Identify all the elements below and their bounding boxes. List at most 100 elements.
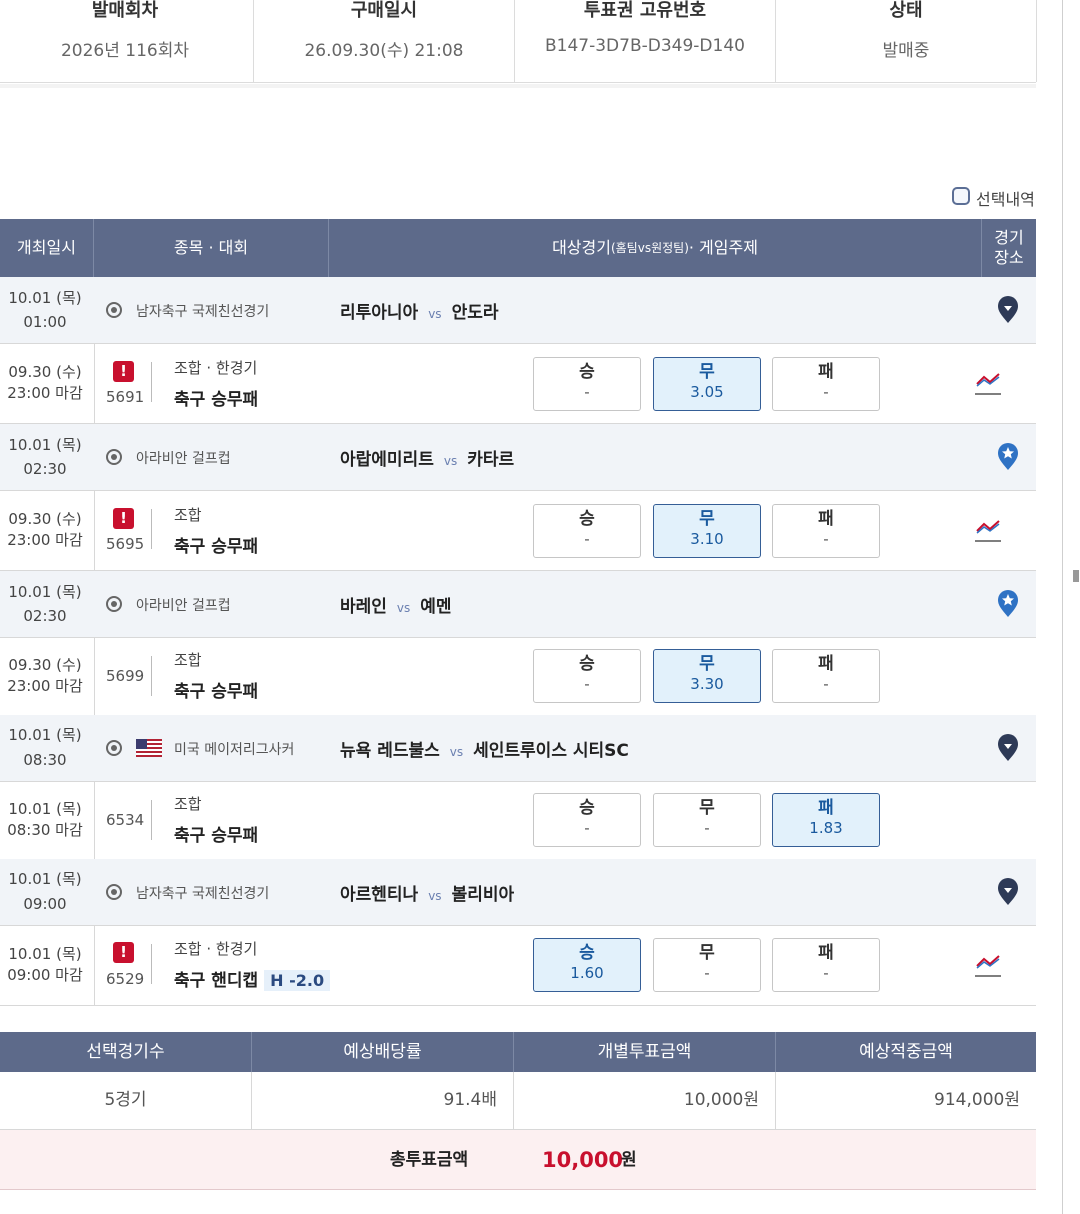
odd-value: - — [823, 530, 829, 548]
odd-draw-button[interactable]: 무 3.05 — [653, 357, 761, 411]
match-row: 10.01 (목) 08:30 미국 메이저리그사커 뉴욕 레드불스 vs 세인트루… — [0, 715, 1036, 782]
game-number: 6534 — [106, 811, 145, 829]
bet-row: 09.30 (수) 23:00 마감 ! 5691 조합 · 한경기 축구 승무… — [0, 344, 1036, 424]
serial-value: B147-3D7B-D349-D140 — [545, 36, 745, 56]
selection-checkbox[interactable] — [952, 187, 970, 205]
ticket-serial: 투표권 고유번호 B147-3D7B-D349-D140 — [514, 0, 775, 82]
deadline-time: 08:30 마감 — [7, 821, 83, 839]
league-name: 미국 메이저리그사커 — [174, 742, 295, 758]
ticket-round-label: 발매회차 — [91, 0, 159, 21]
soccer-ball-icon — [106, 449, 122, 465]
deadline-cell: 10.01 (목) 08:30 마감 — [0, 782, 95, 861]
odd-draw-button[interactable]: 무 3.30 — [653, 649, 761, 703]
home-team: 아르헨티나 — [340, 885, 419, 905]
deadline-cell: 09.30 (수) 23:00 마감 — [0, 344, 95, 423]
game-type: 조합 — [174, 506, 202, 524]
match-date: 10.01 (목) — [8, 289, 82, 307]
odd-label: 패 — [818, 798, 834, 818]
deadline-time: 23:00 마감 — [7, 384, 83, 402]
league-name: 남자축구 국제친선경기 — [136, 304, 270, 320]
total-label: 총투표금액 — [390, 1150, 469, 1170]
odd-value: - — [823, 964, 829, 982]
odd-label: 무 — [699, 654, 715, 674]
odd-lose-button[interactable]: 패- — [772, 649, 880, 703]
soccer-ball-icon — [106, 740, 122, 756]
game-name: 축구 승무패 — [174, 390, 259, 410]
summary-stake-value: 10,000원 — [514, 1072, 776, 1129]
odd-draw-button[interactable]: 무- — [653, 793, 761, 847]
summary-header: 선택경기수 예상배당률 개별투표금액 예상적중금액 — [0, 1032, 1036, 1072]
odd-label: 패 — [818, 943, 834, 963]
vs-label: vs — [428, 307, 442, 321]
league-name: 남자축구 국제친선경기 — [136, 886, 270, 902]
odd-draw-button[interactable]: 무- — [653, 938, 761, 992]
odd-label: 승 — [579, 798, 595, 818]
total-row: 총투표금액 10,000 원 — [0, 1130, 1036, 1190]
col-venue-line2: 장소 — [994, 248, 1024, 267]
purchase-time-value: 26.09.30(수) 21:08 — [304, 41, 464, 61]
odd-value: 3.10 — [690, 530, 724, 548]
odd-lose-button[interactable]: 패- — [772, 504, 880, 558]
match-row: 10.01 (목) 09:00 남자축구 국제친선경기 아르헨티나 vs 볼리비아 — [0, 859, 1036, 926]
match-teams: 아르헨티나 vs 볼리비아 — [340, 880, 514, 905]
summary-values: 5경기 91.4배 10,000원 914,000원 — [0, 1072, 1036, 1130]
bet-row: 10.01 (목) 09:00 마감 ! 6529 조합 · 한경기 축구 핸디… — [0, 926, 1036, 1006]
odd-draw-button[interactable]: 무 3.10 — [653, 504, 761, 558]
ticket-round: 발매회차 2026년 116회차 — [0, 0, 252, 82]
divider — [151, 800, 152, 840]
odd-lose-button[interactable]: 패- — [772, 938, 880, 992]
match-date: 10.01 (목) — [8, 726, 82, 744]
odd-win-button[interactable]: 승- — [533, 504, 641, 558]
match-time: 01:00 — [23, 313, 67, 331]
odd-win-button[interactable]: 승- — [533, 793, 641, 847]
divider — [151, 944, 152, 984]
odd-win-button[interactable]: 승- — [533, 649, 641, 703]
table-header: 개최일시 종목 · 대회 대상경기 (홈팀vs원정팀) · 게임주제 경기 장소 — [0, 219, 1036, 277]
odd-lose-button[interactable]: 패- — [772, 357, 880, 411]
deadline-time: 23:00 마감 — [7, 677, 83, 695]
game-type: 조합 · 한경기 — [174, 940, 258, 958]
trend-chart-icon[interactable] — [974, 517, 1002, 543]
match-teams: 바레인 vs 예멘 — [340, 592, 452, 617]
venue-pin-icon[interactable] — [997, 296, 1019, 324]
odd-win-button[interactable]: 승- — [533, 357, 641, 411]
venue-pin-star-icon[interactable] — [997, 443, 1019, 471]
deadline-cell: 10.01 (목) 09:00 마감 — [0, 926, 95, 1005]
trend-chart-icon[interactable] — [974, 370, 1002, 396]
scrollbar-thumb[interactable] — [1073, 570, 1079, 582]
odd-lose-button[interactable]: 패 1.83 — [772, 793, 880, 847]
soccer-ball-icon — [106, 884, 122, 900]
match-date: 10.01 (목) — [8, 436, 82, 454]
odd-win-button[interactable]: 승 1.60 — [533, 938, 641, 992]
col-date: 개최일시 — [0, 219, 94, 277]
match-time: 02:30 — [23, 607, 67, 625]
venue-pin-star-icon[interactable] — [997, 590, 1019, 618]
status-value: 발매중 — [882, 41, 930, 61]
odd-label: 패 — [818, 509, 834, 529]
home-team: 뉴욕 레드불스 — [340, 741, 440, 761]
odd-label: 패 — [818, 362, 834, 382]
odd-value: - — [704, 964, 710, 982]
venue-pin-icon[interactable] — [997, 878, 1019, 906]
match-date: 10.01 (목) — [8, 583, 82, 601]
deadline-time: 23:00 마감 — [7, 531, 83, 549]
alert-icon: ! — [113, 508, 134, 529]
alert-icon: ! — [113, 942, 134, 963]
total-value: 10,000 — [542, 1148, 624, 1172]
divider-band — [0, 84, 1036, 88]
home-team: 리투아니아 — [340, 303, 419, 323]
summary-odds-value: 91.4배 — [252, 1072, 514, 1129]
game-number: 5695 — [106, 535, 145, 553]
summary-payout-value: 914,000원 — [934, 1090, 1020, 1110]
game-number: 5691 — [106, 388, 145, 406]
scrollbar-track[interactable] — [1062, 0, 1063, 1214]
deadline-date: 10.01 (목) — [8, 800, 82, 818]
away-team: 볼리비아 — [451, 885, 515, 905]
col-venue: 경기 장소 — [982, 219, 1036, 277]
odd-value: - — [823, 383, 829, 401]
selection-label[interactable]: 선택내역 — [976, 186, 1035, 210]
odd-label: 패 — [818, 654, 834, 674]
trend-chart-icon[interactable] — [974, 952, 1002, 978]
ticket-purchase-time: 구매일시 26.09.30(수) 21:08 — [253, 0, 514, 82]
venue-pin-icon[interactable] — [997, 734, 1019, 762]
